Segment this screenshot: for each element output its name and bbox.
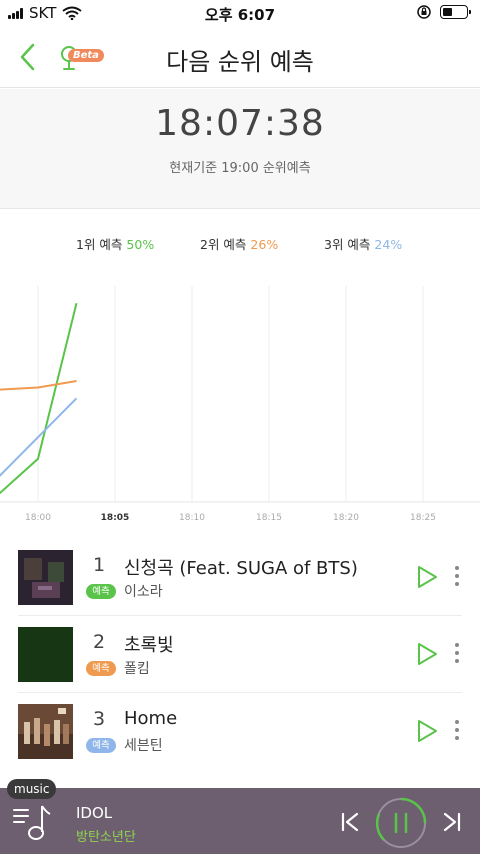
- prediction-basis: 현재기준 19:00 순위예측: [169, 161, 311, 176]
- chart-legend: 1위 예측 50% 2위 예측 26% 3위 예측 24%: [0, 234, 480, 254]
- legend-percent: 50%: [126, 237, 155, 252]
- rank-number: 1: [92, 554, 106, 576]
- prediction-badge: 예측: [86, 584, 116, 599]
- rank-row-1[interactable]: 1 신청곡 (Feat. SUGA of BTS) 예측 이소라: [0, 540, 480, 616]
- rank-prediction-chart: 18:00 18:05 18:10 18:15 18:20 18:25: [0, 286, 480, 523]
- next-track-button[interactable]: [440, 810, 464, 834]
- clock-panel: 18:07:38 현재기준 19:00 순위예측: [0, 89, 480, 209]
- artist-name: 폴킴: [124, 661, 150, 677]
- header: Beta 다음 순위 예측: [0, 28, 480, 88]
- artist-name: 세븐틴: [124, 738, 163, 754]
- now-playing-artist[interactable]: 방탄소년단: [76, 826, 136, 845]
- battery-icon: [440, 5, 471, 19]
- album-art: [18, 627, 73, 682]
- orientation-lock-icon: [417, 5, 431, 19]
- song-title: 신청곡 (Feat. SUGA of BTS): [124, 558, 358, 579]
- rank-number: 3: [92, 708, 106, 730]
- play-button[interactable]: [414, 718, 440, 744]
- more-options-button[interactable]: [450, 643, 464, 667]
- album-art: [18, 704, 73, 759]
- play-button[interactable]: [414, 641, 440, 667]
- playlist-music-icon[interactable]: [12, 802, 52, 842]
- play-button[interactable]: [414, 564, 440, 590]
- x-tick-label: 18:10: [179, 513, 205, 523]
- more-options-button[interactable]: [450, 720, 464, 744]
- more-options-button[interactable]: [450, 566, 464, 590]
- status-right: [416, 4, 471, 20]
- current-time: 18:07:38: [155, 103, 325, 144]
- legend-percent: 26%: [250, 237, 279, 252]
- song-title: 초록빛: [124, 635, 174, 656]
- mini-player: IDOL 방탄소년단: [0, 788, 480, 854]
- x-tick-label: 18:05: [101, 513, 130, 523]
- legend-percent: 24%: [374, 237, 403, 252]
- legend-label: 1위 예측: [76, 237, 123, 252]
- x-tick-label: 18:15: [256, 513, 282, 523]
- divider: [18, 692, 462, 693]
- song-title: Home: [124, 708, 178, 729]
- prediction-badge: 예측: [86, 661, 116, 676]
- pause-button[interactable]: [374, 796, 428, 850]
- music-tab-label[interactable]: music: [7, 779, 57, 799]
- album-art: [18, 550, 73, 605]
- status-bar: SKT 오후 6:07: [0, 0, 480, 26]
- x-tick-label: 18:25: [410, 513, 436, 523]
- rank-row-3[interactable]: 3 Home 예측 세븐틴: [0, 694, 480, 770]
- divider: [18, 615, 462, 616]
- now-playing-title[interactable]: IDOL: [76, 804, 112, 822]
- legend-label: 2위 예측: [200, 237, 247, 252]
- prediction-badge: 예측: [86, 738, 116, 753]
- rank-number: 2: [92, 631, 106, 653]
- page-title: 다음 순위 예측: [166, 48, 314, 76]
- x-tick-label: 18:20: [333, 513, 359, 523]
- x-tick-label: 18:00: [25, 513, 51, 523]
- legend-item-1: 1위 예측 50%: [76, 234, 154, 253]
- legend-item-2: 2위 예측 26%: [200, 234, 278, 253]
- rank-row-2[interactable]: 2 초록빛 예측 폴킴: [0, 617, 480, 693]
- status-time: 오후 6:07: [204, 6, 276, 24]
- legend-item-3: 3위 예측 24%: [324, 234, 402, 253]
- legend-label: 3위 예측: [324, 237, 371, 252]
- previous-track-button[interactable]: [338, 810, 362, 834]
- artist-name: 이소라: [124, 584, 163, 600]
